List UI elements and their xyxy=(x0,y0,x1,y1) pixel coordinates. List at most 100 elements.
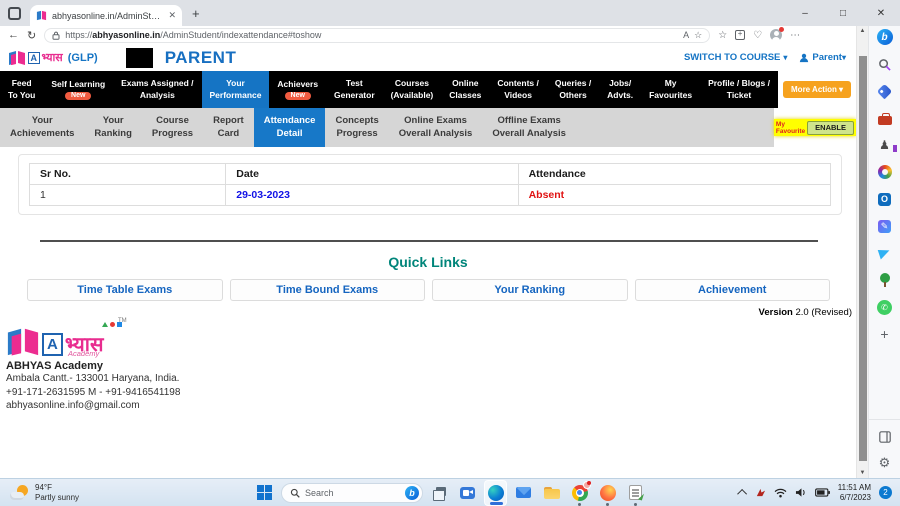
version-line: Version 2.0 (Revised) xyxy=(0,307,856,318)
task-view-button[interactable] xyxy=(428,480,451,506)
nav-item-exams-assigned[interactable]: Exams Assigned / Analysis xyxy=(113,71,201,108)
firefox-button[interactable] xyxy=(596,480,619,506)
favorites-bar-icon[interactable]: ☆ xyxy=(718,30,727,41)
nav-item-feed-to-you[interactable]: Feed To You xyxy=(0,71,43,108)
tab-close-icon[interactable]: ✕ xyxy=(168,10,176,21)
scrollbar-thumb[interactable] xyxy=(859,56,867,461)
refresh-button[interactable]: ↻ xyxy=(27,29,36,42)
nav-item-jobs-advts[interactable]: Jobs/ Advts. xyxy=(599,71,641,108)
parent-user-menu[interactable]: Parent xyxy=(799,52,846,63)
more-action-button[interactable]: More Action xyxy=(783,81,851,98)
tab-your-ranking[interactable]: Your Ranking xyxy=(84,108,141,147)
footer-logo: A भ्यास Academy TM xyxy=(6,320,156,356)
chat-button[interactable] xyxy=(456,480,479,506)
battery-icon[interactable] xyxy=(815,488,830,497)
nav-item-online-classes[interactable]: Online Classes xyxy=(441,71,489,108)
web-page: A भ्यास (GLP) PARENT SWITCH TO COURSE Pa… xyxy=(0,44,856,478)
nav-item-contents-videos[interactable]: Contents / Videos xyxy=(489,71,547,108)
close-button[interactable]: ✕ xyxy=(862,0,900,26)
pen-tray-icon[interactable] xyxy=(755,487,766,498)
sidebar-add-icon[interactable]: + xyxy=(876,325,894,343)
new-tab-button[interactable]: + xyxy=(192,6,200,21)
profile-avatar[interactable] xyxy=(770,29,782,41)
tab-attendance-detail[interactable]: Attendance Detail xyxy=(254,108,326,147)
chrome-button[interactable] xyxy=(568,480,591,506)
folder-icon xyxy=(544,487,560,499)
minimize-button[interactable]: – xyxy=(786,0,824,26)
address-bar[interactable]: https://abhyasonline.in/AdminStudent/ind… xyxy=(44,28,710,43)
tab-concepts-progress[interactable]: Concepts Progress xyxy=(325,108,388,147)
quick-link-time-table-exams[interactable]: Time Table Exams xyxy=(27,279,223,301)
edge-sidebar: b ♟ O ✎ ✆ + ⚙ xyxy=(868,26,900,478)
screen: abhyasonline.in/AdminStudent/i ✕ + – □ ✕… xyxy=(0,0,900,506)
cell-date-link[interactable]: 29-03-2023 xyxy=(226,185,518,206)
shopping-tag-icon[interactable] xyxy=(876,82,894,100)
scroll-up-arrow[interactable]: ▲ xyxy=(857,28,868,34)
maximize-button[interactable]: □ xyxy=(824,0,862,26)
quick-link-time-bound-exams[interactable]: Time Bound Exams xyxy=(230,279,426,301)
search-icon[interactable] xyxy=(876,55,894,73)
nav-item-achievers[interactable]: AchieversNew xyxy=(269,71,326,108)
nav-item-your-performance[interactable]: Your Performance xyxy=(202,71,270,108)
quick-link-your-ranking[interactable]: Your Ranking xyxy=(432,279,628,301)
mail-button[interactable] xyxy=(512,480,535,506)
back-button[interactable]: ← xyxy=(8,29,19,41)
volume-icon[interactable] xyxy=(795,487,807,498)
games-icon[interactable]: ♟ xyxy=(876,136,894,154)
quick-link-achievement[interactable]: Achievement xyxy=(635,279,831,301)
more-menu-icon[interactable]: ⋯ xyxy=(790,30,800,41)
sidebar-bottom: ⚙ xyxy=(869,419,900,478)
attendance-card: Sr No. Date Attendance 1 29-03-2023 Abse… xyxy=(18,154,842,215)
microsoft-365-icon[interactable] xyxy=(876,163,894,181)
edge-button[interactable] xyxy=(484,480,507,506)
sidebar-panel-icon[interactable] xyxy=(876,428,894,446)
main-nav: Feed To You Self LearningNew Exams Assig… xyxy=(0,71,856,108)
clock-date: 6/7/2023 xyxy=(840,493,871,502)
nav-item-queries-others[interactable]: Queries / Others xyxy=(547,71,599,108)
browser-tab[interactable]: abhyasonline.in/AdminStudent/i ✕ xyxy=(30,5,182,26)
table-row: 1 29-03-2023 Absent xyxy=(30,185,831,206)
start-button[interactable] xyxy=(253,480,276,506)
nav-item-self-learning[interactable]: Self LearningNew xyxy=(43,71,113,108)
tray-overflow-icon[interactable] xyxy=(737,489,747,499)
send-plane-icon[interactable] xyxy=(876,244,894,262)
tab-your-achievements[interactable]: Your Achievements xyxy=(0,108,84,147)
nav-item-test-generator[interactable]: Test Generator xyxy=(326,71,383,108)
weather-text: 94°F Partly sunny xyxy=(35,483,79,502)
taskbar-clock[interactable]: 11:51 AM 6/7/2023 xyxy=(838,483,871,503)
search-input[interactable] xyxy=(305,488,400,498)
outlook-icon[interactable]: O xyxy=(876,190,894,208)
tab-workspaces-icon[interactable] xyxy=(8,7,21,20)
notepad-button[interactable] xyxy=(624,480,647,506)
taskbar-search[interactable]: b xyxy=(281,483,423,503)
notification-badge[interactable]: 2 xyxy=(879,486,892,499)
tab-report-card[interactable]: Report Card xyxy=(203,108,254,147)
read-aloud-icon[interactable]: A xyxy=(683,30,689,40)
bing-copilot-icon[interactable]: b xyxy=(876,28,894,46)
main-nav-items: Feed To You Self LearningNew Exams Assig… xyxy=(0,71,778,108)
toolbox-icon[interactable] xyxy=(876,109,894,127)
scroll-down-arrow[interactable]: ▼ xyxy=(857,470,868,476)
tab-course-progress[interactable]: Course Progress xyxy=(142,108,203,147)
weather-widget[interactable]: 94°F Partly sunny xyxy=(0,483,79,502)
nav-item-profile-blogs-ticket[interactable]: Profile / Blogs / Ticket xyxy=(700,71,778,108)
file-explorer-button[interactable] xyxy=(540,480,563,506)
favourite-area: My Favourite ENABLE xyxy=(774,108,856,147)
enable-button[interactable]: ENABLE xyxy=(807,121,854,135)
page-scrollbar[interactable]: ▲ ▼ xyxy=(856,26,868,478)
bookmark-star-icon[interactable]: ☆ xyxy=(694,30,702,41)
browser-essentials-icon[interactable]: ♡ xyxy=(753,30,762,41)
green-chat-icon[interactable]: ✆ xyxy=(876,298,894,316)
wifi-icon[interactable] xyxy=(774,488,787,498)
tab-offline-exams-analysis[interactable]: Offline Exams Overall Analysis xyxy=(482,108,576,147)
nav-item-my-favourites[interactable]: My Favourites xyxy=(641,71,700,108)
my-favourite-badge: My Favourite ENABLE xyxy=(774,119,856,136)
tab-online-exams-analysis[interactable]: Online Exams Overall Analysis xyxy=(389,108,483,147)
settings-gear-icon[interactable]: ⚙ xyxy=(876,454,894,472)
switch-to-course-menu[interactable]: SWITCH TO COURSE xyxy=(684,52,787,63)
nav-item-courses-available[interactable]: Courses (Available) xyxy=(383,71,442,108)
logo-letter-a: A xyxy=(28,52,40,64)
collections-icon[interactable] xyxy=(735,30,745,40)
designer-icon[interactable]: ✎ xyxy=(876,217,894,235)
tree-icon[interactable] xyxy=(876,271,894,289)
